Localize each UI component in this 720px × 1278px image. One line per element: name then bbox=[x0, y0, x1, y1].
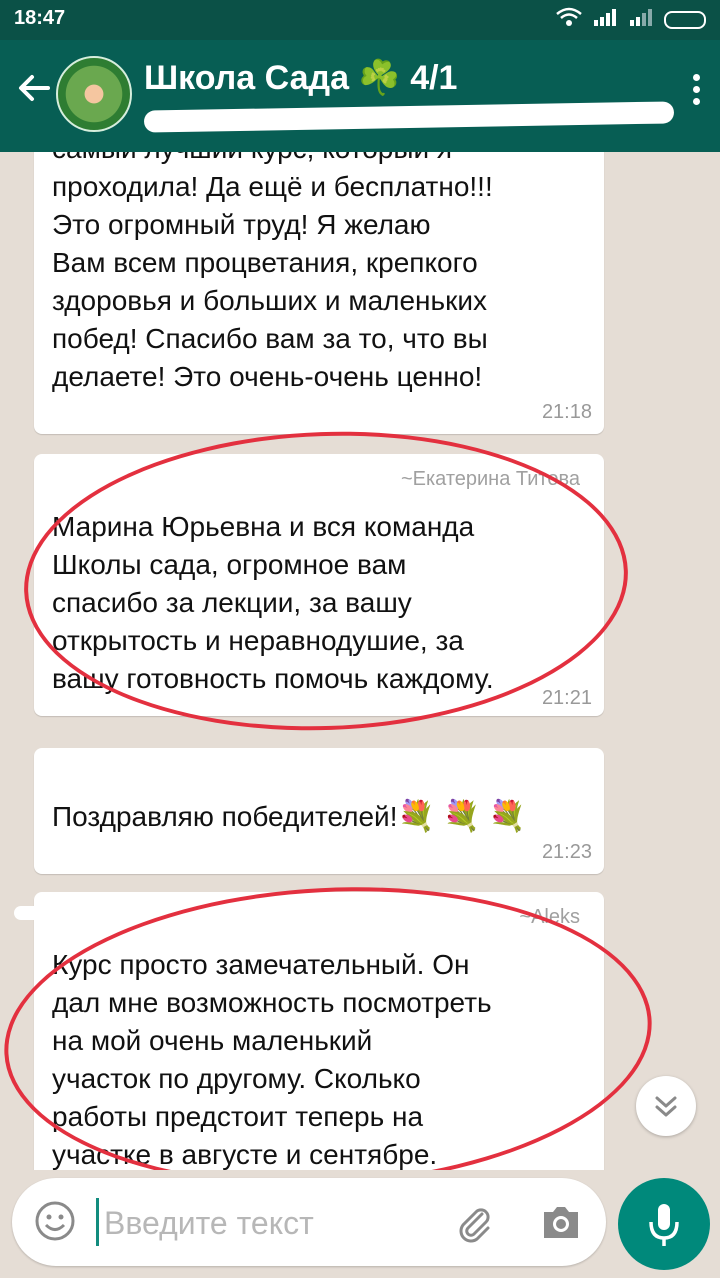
camera-icon[interactable] bbox=[538, 1200, 584, 1244]
status-time: 18:47 bbox=[14, 7, 66, 29]
message-text: самый лучший курс, который я проходила! … bbox=[52, 152, 493, 392]
back-arrow-icon[interactable] bbox=[14, 68, 54, 108]
signal-icon bbox=[592, 8, 618, 31]
status-icons bbox=[556, 7, 706, 32]
chat-header: Школа Сада ☘️ 4/1 bbox=[0, 40, 720, 152]
emoji-icon[interactable] bbox=[34, 1200, 76, 1242]
voice-record-button[interactable] bbox=[618, 1178, 710, 1270]
message-list[interactable]: самый лучший курс, который я проходила! … bbox=[0, 152, 720, 1170]
chat-title[interactable]: Школа Сада ☘️ 4/1 bbox=[144, 58, 457, 98]
message-input[interactable] bbox=[102, 1196, 436, 1250]
message-time: 21:18 bbox=[541, 401, 592, 423]
status-bar: 18:47 bbox=[0, 0, 720, 40]
message-time: 21:23 bbox=[541, 841, 592, 863]
message-time: 21:21 bbox=[541, 687, 592, 709]
microphone-icon bbox=[618, 1204, 710, 1274]
message-bubble: самый лучший курс, который я проходила! … bbox=[34, 152, 604, 434]
message-text: Поздравляю победителей!💐 💐 💐 bbox=[52, 760, 582, 836]
message-composer bbox=[12, 1178, 606, 1266]
group-avatar[interactable] bbox=[56, 56, 132, 132]
message-text-content: Поздравляю победителей! bbox=[52, 801, 398, 832]
message-bubble: Поздравляю победителей!💐 💐 💐 21:23 bbox=[34, 748, 604, 874]
redacted-subtitle bbox=[143, 101, 675, 133]
overflow-menu-icon[interactable] bbox=[690, 74, 702, 114]
chevron-double-down-icon bbox=[636, 1096, 696, 1140]
signal-icon-2 bbox=[628, 8, 654, 31]
bouquet-emoji: 💐 💐 💐 bbox=[397, 800, 527, 833]
paperclip-icon[interactable] bbox=[452, 1200, 496, 1244]
wifi-icon bbox=[556, 7, 582, 32]
battery-icon bbox=[664, 10, 706, 29]
text-cursor bbox=[96, 1198, 99, 1246]
scroll-down-button[interactable] bbox=[636, 1076, 696, 1136]
